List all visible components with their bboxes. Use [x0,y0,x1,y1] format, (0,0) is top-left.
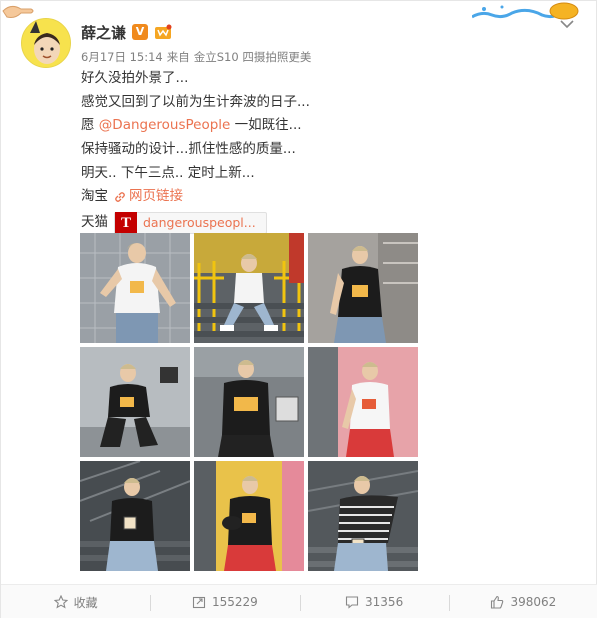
verified-badge-icon[interactable]: V [132,24,149,40]
action-bar: 收藏 155229 31356 398062 [1,584,597,618]
taobao-row: 淘宝 网页链接 [81,185,561,209]
post-source-prefix: 来自 [166,50,190,64]
comment-button[interactable]: 31356 [299,585,449,618]
taobao-label: 淘宝 [81,188,108,205]
tmall-store-name: dangerouspeopl... [143,215,256,231]
post-line: 保持骚动的设计...抓住性感的质量... [81,141,296,158]
mention-line: 愿 @DangerousPeople 一如既往... [81,114,561,138]
star-icon [53,595,68,609]
member-crown-icon[interactable] [154,24,172,40]
post-content: 好久没拍外景了... 感觉又回到了以前为生计奔波的日子... 愿 @Danger… [81,67,561,235]
like-button[interactable]: 398062 [448,585,597,618]
post-timestamp[interactable]: 6月17日 15:14 [81,49,163,65]
photo-9[interactable] [308,461,418,571]
photo-1[interactable] [80,233,190,343]
post-line: 好久没拍外景了... [81,70,189,86]
post-line: 感觉又回到了以前为生计奔波的日子... [81,93,310,110]
tmall-label: 天猫 [81,214,108,231]
repost-icon [192,596,206,609]
photo-7[interactable] [80,461,190,571]
photo-6[interactable] [308,347,418,457]
repost-button[interactable]: 155229 [150,585,299,618]
avatar-image [22,19,70,67]
photo-4[interactable] [80,347,190,457]
post-line: 明天.. 下午三点.. 定时上新... [81,164,255,181]
weibo-post-card: 薛之谦 V 6月17日 15:14 来自 金立S10 四摄拍照更美 好久没拍外景… [0,0,597,618]
link-icon [115,192,125,203]
favorite-label: 收藏 [73,595,98,610]
mention-link[interactable]: @DangerousPeople [99,117,231,133]
author-name[interactable]: 薛之谦 [81,22,126,43]
post-device[interactable]: 金立S10 四摄拍照更美 [194,49,312,65]
photo-8[interactable] [194,461,304,571]
author-row: 薛之谦 V [81,21,172,43]
avatar[interactable] [21,18,71,68]
repost-count: 155229 [211,595,258,609]
like-count: 398062 [510,595,557,609]
tmall-logo-icon: T [115,211,137,234]
photo-2[interactable] [194,233,304,343]
web-link[interactable]: 网页链接 [114,185,183,209]
thumbs-up-icon [491,595,504,609]
tmall-store-card[interactable]: T dangerouspeopl... [114,211,267,234]
comment-icon [345,596,359,609]
photo-grid [80,233,420,573]
favorite-button[interactable]: 收藏 [1,585,150,618]
photo-5[interactable] [194,347,304,457]
mention-prefix: 愿 [81,117,99,134]
photo-3[interactable] [308,233,418,343]
post-meta: 6月17日 15:14 来自 金立S10 四摄拍照更美 [81,49,311,65]
chevron-down-icon[interactable] [560,19,574,29]
comment-count: 31356 [365,595,404,609]
tmall-row: 天猫 T dangerouspeopl... [81,211,561,235]
mention-suffix: 一如既往... [230,117,302,134]
web-link-label: 网页链接 [129,188,183,205]
